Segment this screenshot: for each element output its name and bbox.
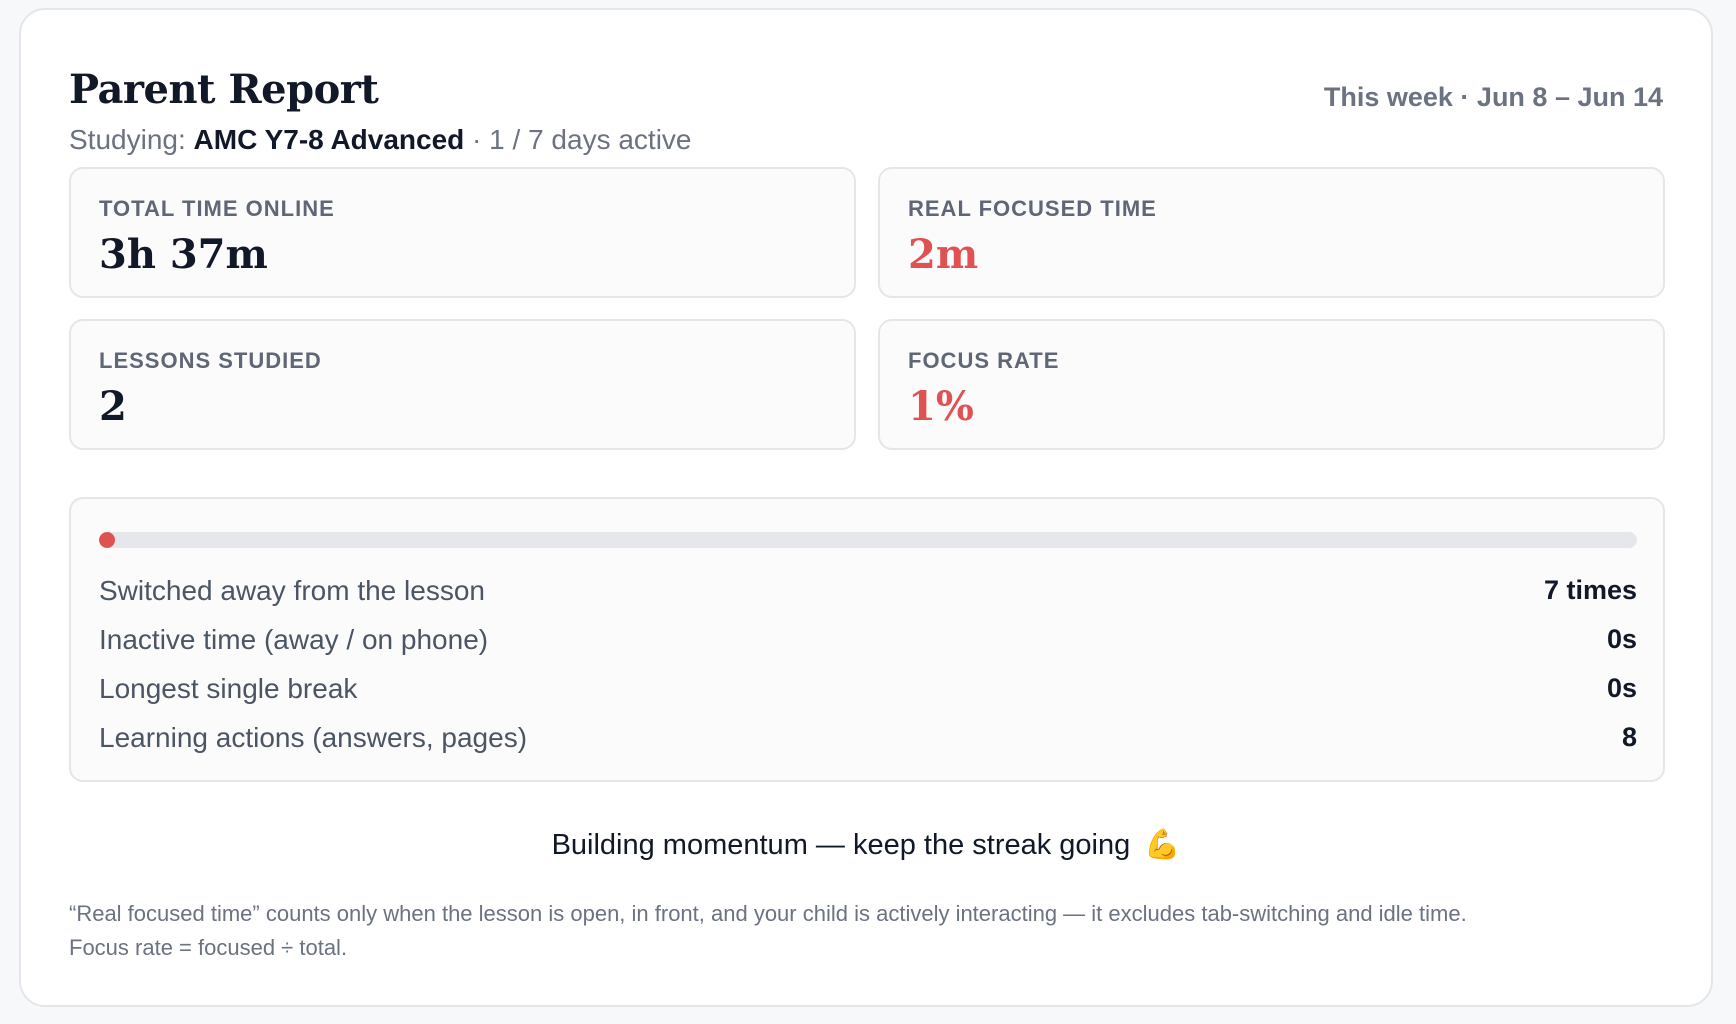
detail-row-switched-away: Switched away from the lesson 7 times — [99, 566, 1637, 615]
focus-progress-fill — [99, 532, 115, 548]
detail-label: Learning actions (answers, pages) — [99, 721, 528, 753]
detail-row-inactive-time: Inactive time (away / on phone) 0s — [99, 615, 1637, 664]
footnote: “Real focused time” counts only when the… — [69, 897, 1679, 965]
stat-value: 3h 37m — [99, 231, 268, 278]
momentum-message: Building momentum — keep the streak goin… — [21, 828, 1711, 862]
stat-total-time: TOTAL TIME ONLINE 3h 37m — [69, 167, 856, 298]
days-active: · 1 / 7 days active — [464, 124, 692, 155]
stat-focused-time: REAL FOCUSED TIME 2m — [878, 167, 1665, 298]
focus-progress-track — [99, 532, 1637, 548]
stat-label: REAL FOCUSED TIME — [908, 196, 1157, 221]
detail-label: Longest single break — [99, 672, 358, 704]
studying-line: Studying: AMC Y7-8 Advanced · 1 / 7 days… — [69, 122, 1663, 158]
stat-label: FOCUS RATE — [908, 348, 1060, 373]
detail-value: 0s — [1606, 624, 1637, 654]
details-list: Switched away from the lesson 7 times In… — [99, 566, 1637, 762]
detail-label: Switched away from the lesson — [99, 574, 485, 606]
report-header: Parent Report Studying: AMC Y7-8 Advance… — [69, 64, 1663, 164]
detail-value: 0s — [1606, 673, 1637, 703]
footnote-line: “Real focused time” counts only when the… — [69, 901, 1467, 926]
course-name: AMC Y7-8 Advanced — [193, 124, 465, 155]
parent-report-card: Parent Report Studying: AMC Y7-8 Advance… — [19, 8, 1713, 1007]
stat-value: 1% — [908, 383, 974, 430]
momentum-text: Building momentum — keep the streak goin… — [551, 829, 1131, 861]
detail-value: 8 — [1621, 722, 1637, 752]
stat-focus-rate: FOCUS RATE 1% — [878, 319, 1665, 450]
stat-label: LESSONS STUDIED — [99, 348, 322, 373]
detail-value: 7 times — [1543, 575, 1637, 605]
stat-label: TOTAL TIME ONLINE — [99, 196, 335, 221]
report-period: This week · Jun 8 – Jun 14 — [1323, 82, 1663, 112]
detail-label: Inactive time (away / on phone) — [99, 623, 489, 655]
studying-prefix: Studying: — [69, 124, 194, 155]
stat-lessons-studied: LESSONS STUDIED 2 — [69, 319, 856, 450]
detail-row-longest-break: Longest single break 0s — [99, 664, 1637, 713]
focus-details-panel: Switched away from the lesson 7 times In… — [69, 497, 1665, 782]
stat-value: 2 — [99, 383, 127, 430]
detail-row-learning-actions: Learning actions (answers, pages) 8 — [99, 713, 1637, 762]
footnote-line: Focus rate = focused ÷ total. — [69, 935, 348, 960]
stat-value: 2m — [908, 231, 979, 278]
flexed-biceps-icon: 💪 — [1144, 829, 1181, 861]
